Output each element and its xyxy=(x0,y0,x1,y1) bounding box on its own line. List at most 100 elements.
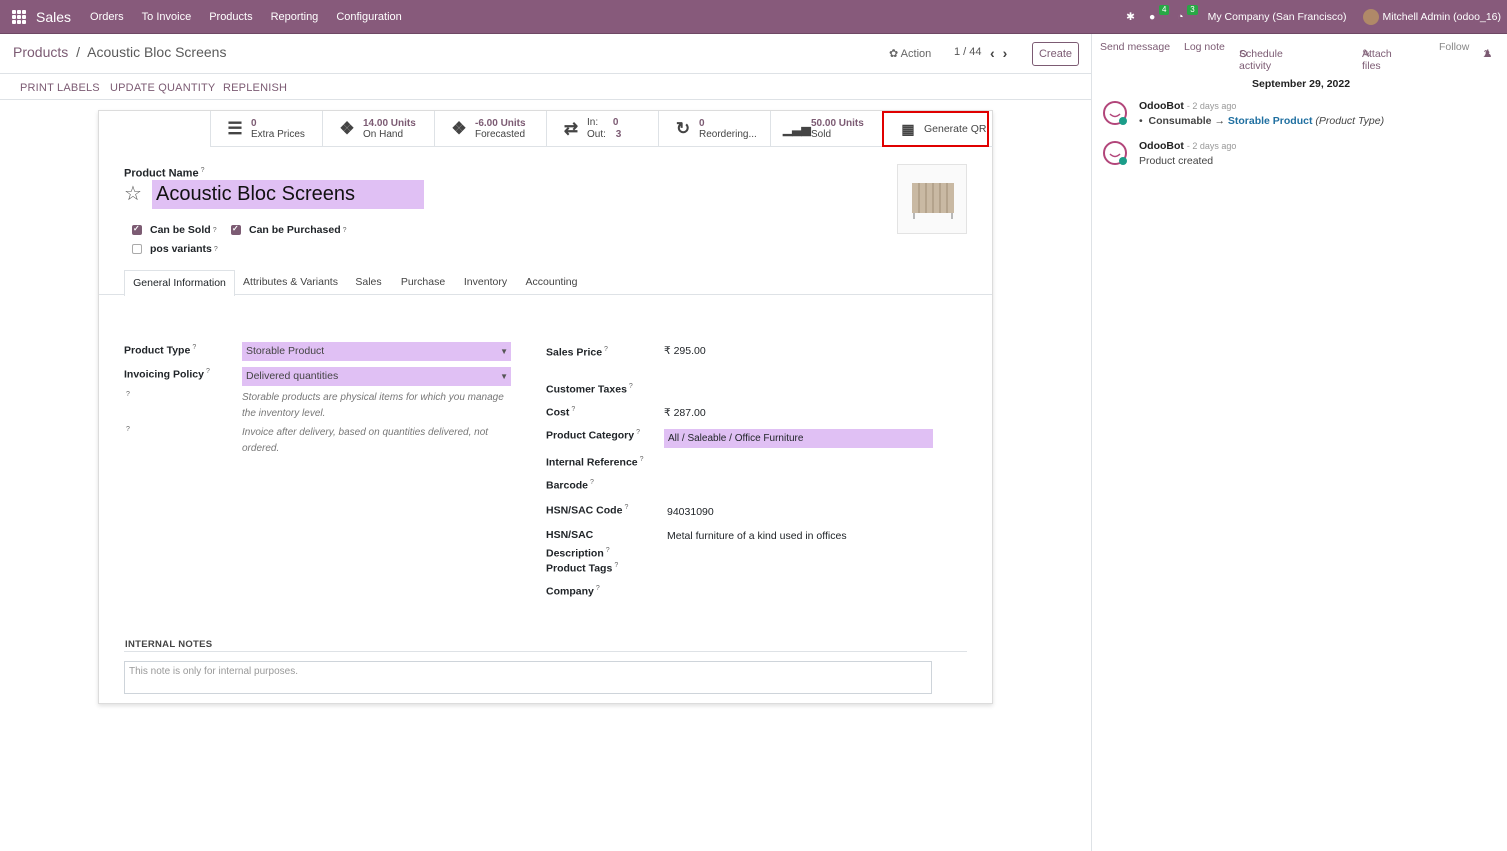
help-mark: ? xyxy=(126,426,130,433)
menu-products[interactable]: Products xyxy=(209,11,252,23)
breadcrumb: Products / Acoustic Bloc Screens xyxy=(13,44,226,60)
signal-bars-icon: ▁▃▅ xyxy=(783,122,811,136)
hsn-code-field[interactable]: 94031090 xyxy=(667,506,714,518)
company-label: Company? xyxy=(546,585,600,598)
top-navbar: Sales Orders To Invoice Products Reporti… xyxy=(0,0,1507,34)
chatter-panel: Send message Log note ⊙ Schedule activity… xyxy=(1092,34,1507,851)
menu-to-invoice[interactable]: To Invoice xyxy=(142,11,192,23)
breadcrumb-products-link[interactable]: Products xyxy=(13,44,68,60)
message-author: OdooBot - 2 days ago xyxy=(1139,100,1237,112)
out-value: 3 xyxy=(615,129,622,140)
product-image[interactable] xyxy=(897,164,967,234)
message-body: Product created xyxy=(1139,155,1214,167)
product-category-input[interactable]: All / Saleable / Office Furniture xyxy=(664,429,933,448)
chatter-message: OdooBot - 2 days ago Product created xyxy=(1102,140,1502,170)
message-author: OdooBot - 2 days ago xyxy=(1139,140,1237,152)
menu-orders[interactable]: Orders xyxy=(90,11,124,23)
chat-count-badge: 4 xyxy=(1158,5,1170,15)
hsn-description-field[interactable]: Metal furniture of a kind used in office… xyxy=(667,530,847,542)
user-menu[interactable]: Mitchell Admin (odoo_16) xyxy=(1362,9,1501,25)
refresh-icon: ↻ xyxy=(675,119,691,138)
sales-price-label: Sales Price? xyxy=(546,346,608,359)
pager-value[interactable]: 1 / 44 xyxy=(954,46,982,58)
cubes-icon: ❖ xyxy=(451,119,467,138)
invoicing-policy-help: Invoice after delivery, based on quantit… xyxy=(242,427,489,454)
form-view: Products / Acoustic Bloc Screens ✿ Actio… xyxy=(0,34,1092,851)
message-date-separator: September 29, 2022 xyxy=(1252,78,1351,90)
checkbox-checked-icon xyxy=(132,224,142,235)
cost-field[interactable]: ₹ 287.00 xyxy=(664,407,706,419)
tab-general-information[interactable]: General Information xyxy=(124,270,235,296)
replenish-button[interactable]: REPLENISH xyxy=(223,82,287,94)
star-icon[interactable]: ☆ xyxy=(124,181,142,206)
product-type-help: Storable products are physical items for… xyxy=(242,392,504,419)
pager-previous-icon[interactable]: ‹ xyxy=(990,45,995,61)
update-quantity-button[interactable]: UPDATE QUANTITY xyxy=(110,82,215,94)
menu-reporting[interactable]: Reporting xyxy=(271,11,319,23)
exchange-icon: ⇄ xyxy=(563,119,579,138)
odoobot-avatar-icon xyxy=(1103,141,1127,165)
can-be-purchased-checkbox[interactable]: Can be Purchased? xyxy=(231,224,347,236)
in-label: In: xyxy=(587,117,599,128)
form-sheet: ☰ 0 Extra Prices ❖ 14.00 Units On Hand ❖ -… xyxy=(98,110,993,704)
activity-clock-icon[interactable]: ◔ 3 xyxy=(1177,5,1198,23)
apps-menu-icon[interactable] xyxy=(12,9,26,24)
chat-icon[interactable]: ● 4 xyxy=(1149,5,1170,23)
reordering-button[interactable]: ↻ 0 Reordering... xyxy=(658,111,770,147)
log-note-button[interactable]: Log note xyxy=(1184,41,1225,53)
company-switcher[interactable]: My Company (San Francisco) xyxy=(1208,11,1347,23)
app-name[interactable]: Sales xyxy=(36,9,71,25)
tracking-value: • Consumable → Storable Product (Product… xyxy=(1139,115,1385,127)
invoicing-policy-select[interactable]: Delivered quantities ▼ xyxy=(242,367,511,386)
action-menu-button[interactable]: ✿ Action xyxy=(889,47,931,60)
send-message-button[interactable]: Send message xyxy=(1100,41,1170,53)
activity-count-badge: 3 xyxy=(1187,5,1198,15)
old-value: Consumable xyxy=(1148,115,1212,127)
print-labels-button[interactable]: PRINT LABELS xyxy=(20,82,100,94)
reordering-label: Reordering... xyxy=(699,128,757,140)
menu-configuration[interactable]: Configuration xyxy=(336,11,401,23)
arrow-right-icon: → xyxy=(1214,115,1225,127)
generate-qr-button[interactable]: ▦ Generate QR xyxy=(882,111,989,147)
hsn-description-label: HSN/SAC Description? xyxy=(546,529,610,560)
tab-inventory[interactable]: Inventory xyxy=(455,270,516,296)
debug-bug-icon[interactable]: ✱ xyxy=(1126,11,1135,23)
extra-prices-button[interactable]: ☰ 0 Extra Prices xyxy=(210,111,322,147)
in-out-button[interactable]: ⇄ In: 0 Out: 3 xyxy=(546,111,658,147)
sold-button[interactable]: ▁▃▅ 50.00 Units Sold xyxy=(770,111,882,147)
forecasted-button[interactable]: ❖ -6.00 Units Forecasted xyxy=(434,111,546,147)
checkbox-checked-icon xyxy=(231,224,241,235)
create-button[interactable]: Create xyxy=(1032,42,1079,66)
reordering-value: 0 xyxy=(699,117,705,129)
message-time: - 2 days ago xyxy=(1186,101,1237,111)
tab-attributes-variants[interactable]: Attributes & Variants xyxy=(235,270,346,296)
sold-value: 50.00 Units xyxy=(811,117,864,129)
dropdown-caret-icon: ▼ xyxy=(500,347,508,356)
pos-variants-checkbox[interactable]: pos variants? xyxy=(132,243,218,255)
product-name-input[interactable]: Acoustic Bloc Screens xyxy=(152,180,424,209)
customer-taxes-label: Customer Taxes? xyxy=(546,383,633,396)
product-name-label: Product Name? xyxy=(124,167,205,180)
tab-sales[interactable]: Sales xyxy=(346,270,391,296)
tab-accounting[interactable]: Accounting xyxy=(516,270,587,296)
invoicing-policy-label: Invoicing Policy? xyxy=(124,368,210,381)
sales-price-field[interactable]: ₹ 295.00 xyxy=(664,345,706,357)
on-hand-button[interactable]: ❖ 14.00 Units On Hand xyxy=(322,111,434,147)
action-label: Action xyxy=(900,48,932,60)
product-type-label: Product Type? xyxy=(124,344,197,357)
control-panel: Products / Acoustic Bloc Screens ✿ Actio… xyxy=(0,34,1091,74)
follow-button[interactable]: Follow xyxy=(1439,41,1469,53)
smart-button-box: ☰ 0 Extra Prices ❖ 14.00 Units On Hand ❖ -… xyxy=(210,111,993,147)
on-hand-value: 14.00 Units xyxy=(363,117,416,129)
pager-next-icon[interactable]: › xyxy=(1003,45,1008,61)
internal-notes-input[interactable]: This note is only for internal purposes. xyxy=(124,661,932,694)
statusbar: PRINT LABELS UPDATE QUANTITY REPLENISH xyxy=(0,74,1091,100)
new-value: Storable Product xyxy=(1227,115,1313,127)
breadcrumb-separator: / xyxy=(76,44,81,60)
tab-purchase[interactable]: Purchase xyxy=(391,270,455,296)
product-type-select[interactable]: Storable Product ▼ xyxy=(242,342,511,361)
extra-prices-value: 0 xyxy=(251,117,257,129)
can-be-sold-checkbox[interactable]: Can be Sold? xyxy=(132,224,217,236)
divider xyxy=(124,651,967,652)
hsn-code-label: HSN/SAC Code? xyxy=(546,504,629,517)
